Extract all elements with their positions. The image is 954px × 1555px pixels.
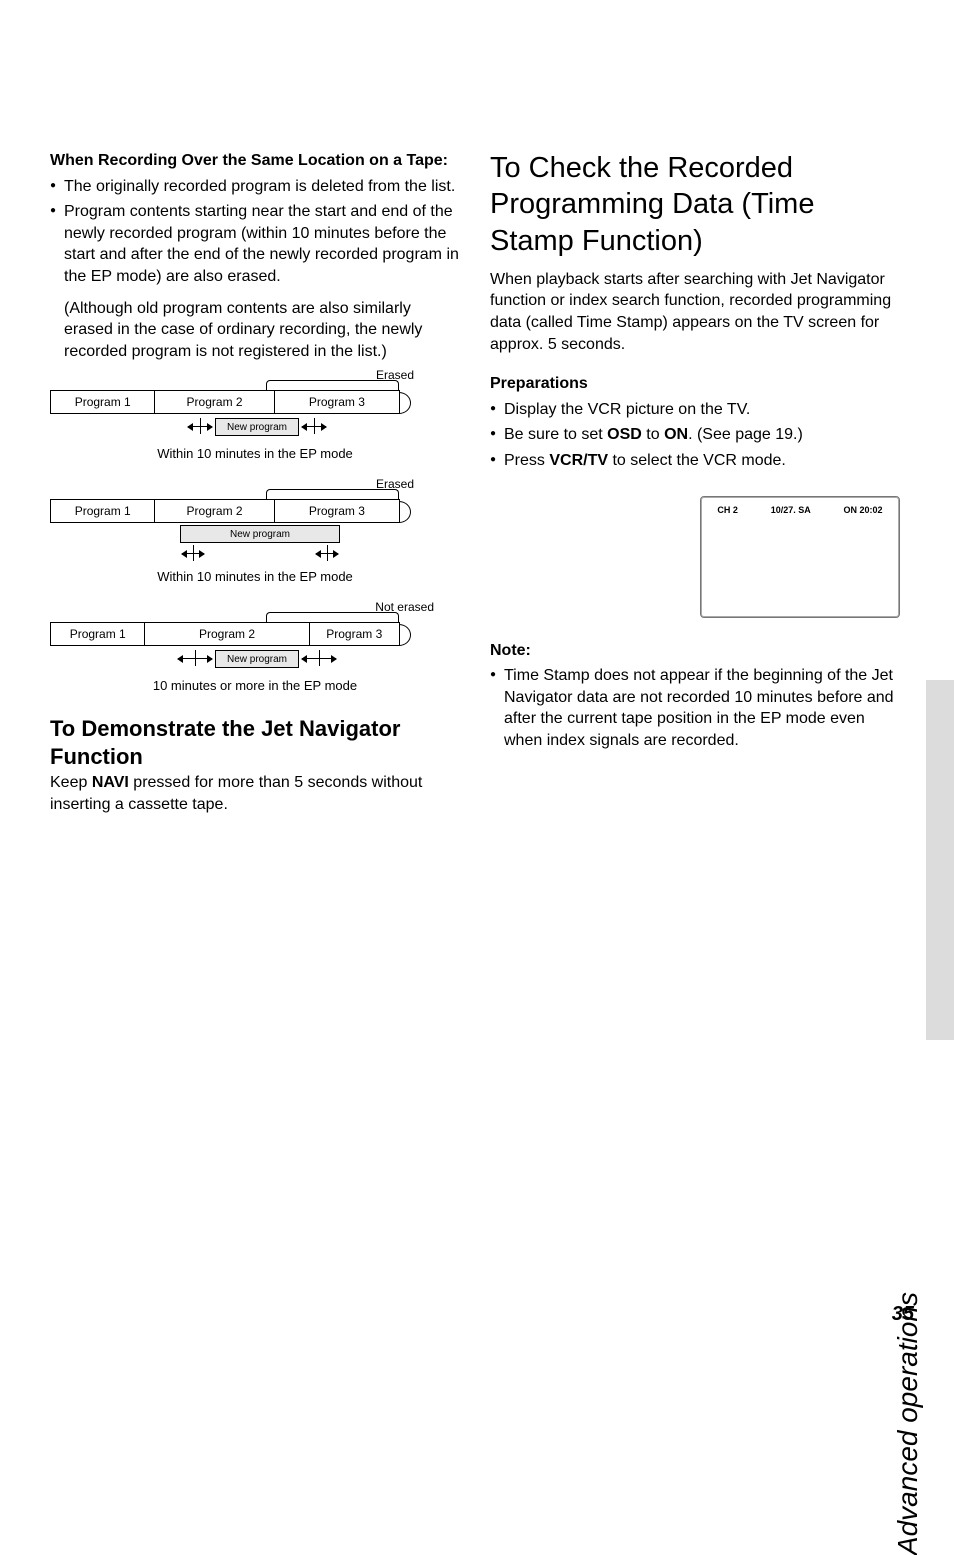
- program-3-cell-2: Program 3: [275, 500, 399, 522]
- left-column: When Recording Over the Same Location on…: [50, 150, 460, 816]
- program-3-cell: Program 3: [275, 391, 399, 413]
- prep-bullet-3: Press VCR/TV to select the VCR mode.: [490, 450, 900, 472]
- diagram-3: Not erased Program 1 Program 2 Program 3…: [50, 604, 460, 693]
- demo-text: Keep NAVI pressed for more than 5 second…: [50, 772, 460, 815]
- program-2-cell-2: Program 2: [155, 500, 274, 522]
- time-stamp-intro: When playback starts after searching wit…: [490, 269, 900, 355]
- erased-label: Erased: [376, 368, 414, 382]
- program-1-cell-2: Program 1: [51, 500, 155, 522]
- prep3-post: to select the VCR mode.: [608, 452, 786, 469]
- overwrite-paren: (Although old program contents are also …: [50, 298, 460, 363]
- prep2-pre: Be sure to set: [504, 426, 607, 443]
- program-1-cell: Program 1: [51, 391, 155, 413]
- overwrite-bullet-2: Program contents starting near the start…: [50, 201, 460, 287]
- prep2-b2: ON: [664, 426, 688, 443]
- new-program-box: New program: [215, 418, 299, 436]
- diagram-2: Erased Program 1 Program 2 Program 3 New…: [50, 481, 460, 584]
- side-label: Advanced operations: [892, 1292, 924, 1555]
- tv-screen: CH 2 10/27. SA ON 20:02: [700, 496, 900, 618]
- demo-text-bold: NAVI: [92, 774, 129, 791]
- diagram-stack: Erased Program 1 Program 2 Program 3 New…: [50, 372, 460, 693]
- prep3-b: VCR/TV: [549, 452, 608, 469]
- note-heading: Note:: [490, 640, 900, 662]
- erased-label-2: Erased: [376, 477, 414, 491]
- right-column: To Check the Recorded Programming Data (…: [490, 150, 900, 816]
- tv-date: 10/27. SA: [771, 505, 811, 515]
- program-2-cell: Program 2: [155, 391, 274, 413]
- page-number: 35: [892, 1303, 914, 1326]
- prep3-pre: Press: [504, 452, 549, 469]
- prep-bullet-1: Display the VCR picture on the TV.: [490, 399, 900, 421]
- program-1-cell-3: Program 1: [51, 623, 145, 645]
- side-tab: [926, 680, 954, 1040]
- preparations-heading: Preparations: [490, 373, 900, 395]
- program-2-cell-3: Program 2: [145, 623, 309, 645]
- demo-heading: To Demonstrate the Jet Navigator Functio…: [50, 715, 460, 770]
- not-erased-label: Not erased: [375, 600, 434, 614]
- tv-time: ON 20:02: [844, 505, 883, 515]
- prep2-mid: to: [642, 426, 664, 443]
- diagram-2-caption: Within 10 minutes in the EP mode: [50, 569, 460, 584]
- note-bullet: Time Stamp does not appear if the beginn…: [490, 665, 900, 751]
- prep2-b1: OSD: [607, 426, 642, 443]
- prep2-post: . (See page 19.): [688, 426, 803, 443]
- prep-bullet-2: Be sure to set OSD to ON. (See page 19.): [490, 424, 900, 446]
- diagram-1-caption: Within 10 minutes in the EP mode: [50, 446, 460, 461]
- diagram-3-caption: 10 minutes or more in the EP mode: [50, 678, 460, 693]
- overwrite-bullet-1: The originally recorded program is delet…: [50, 176, 460, 198]
- program-3-cell-3: Program 3: [310, 623, 399, 645]
- demo-text-pre: Keep: [50, 774, 92, 791]
- time-stamp-title: To Check the Recorded Programming Data (…: [490, 150, 900, 259]
- diagram-1: Erased Program 1 Program 2 Program 3 New…: [50, 372, 460, 461]
- new-program-box-2: New program: [180, 525, 340, 543]
- tv-channel: CH 2: [717, 505, 738, 515]
- new-program-box-3: New program: [215, 650, 299, 668]
- overwrite-heading: When Recording Over the Same Location on…: [50, 150, 460, 172]
